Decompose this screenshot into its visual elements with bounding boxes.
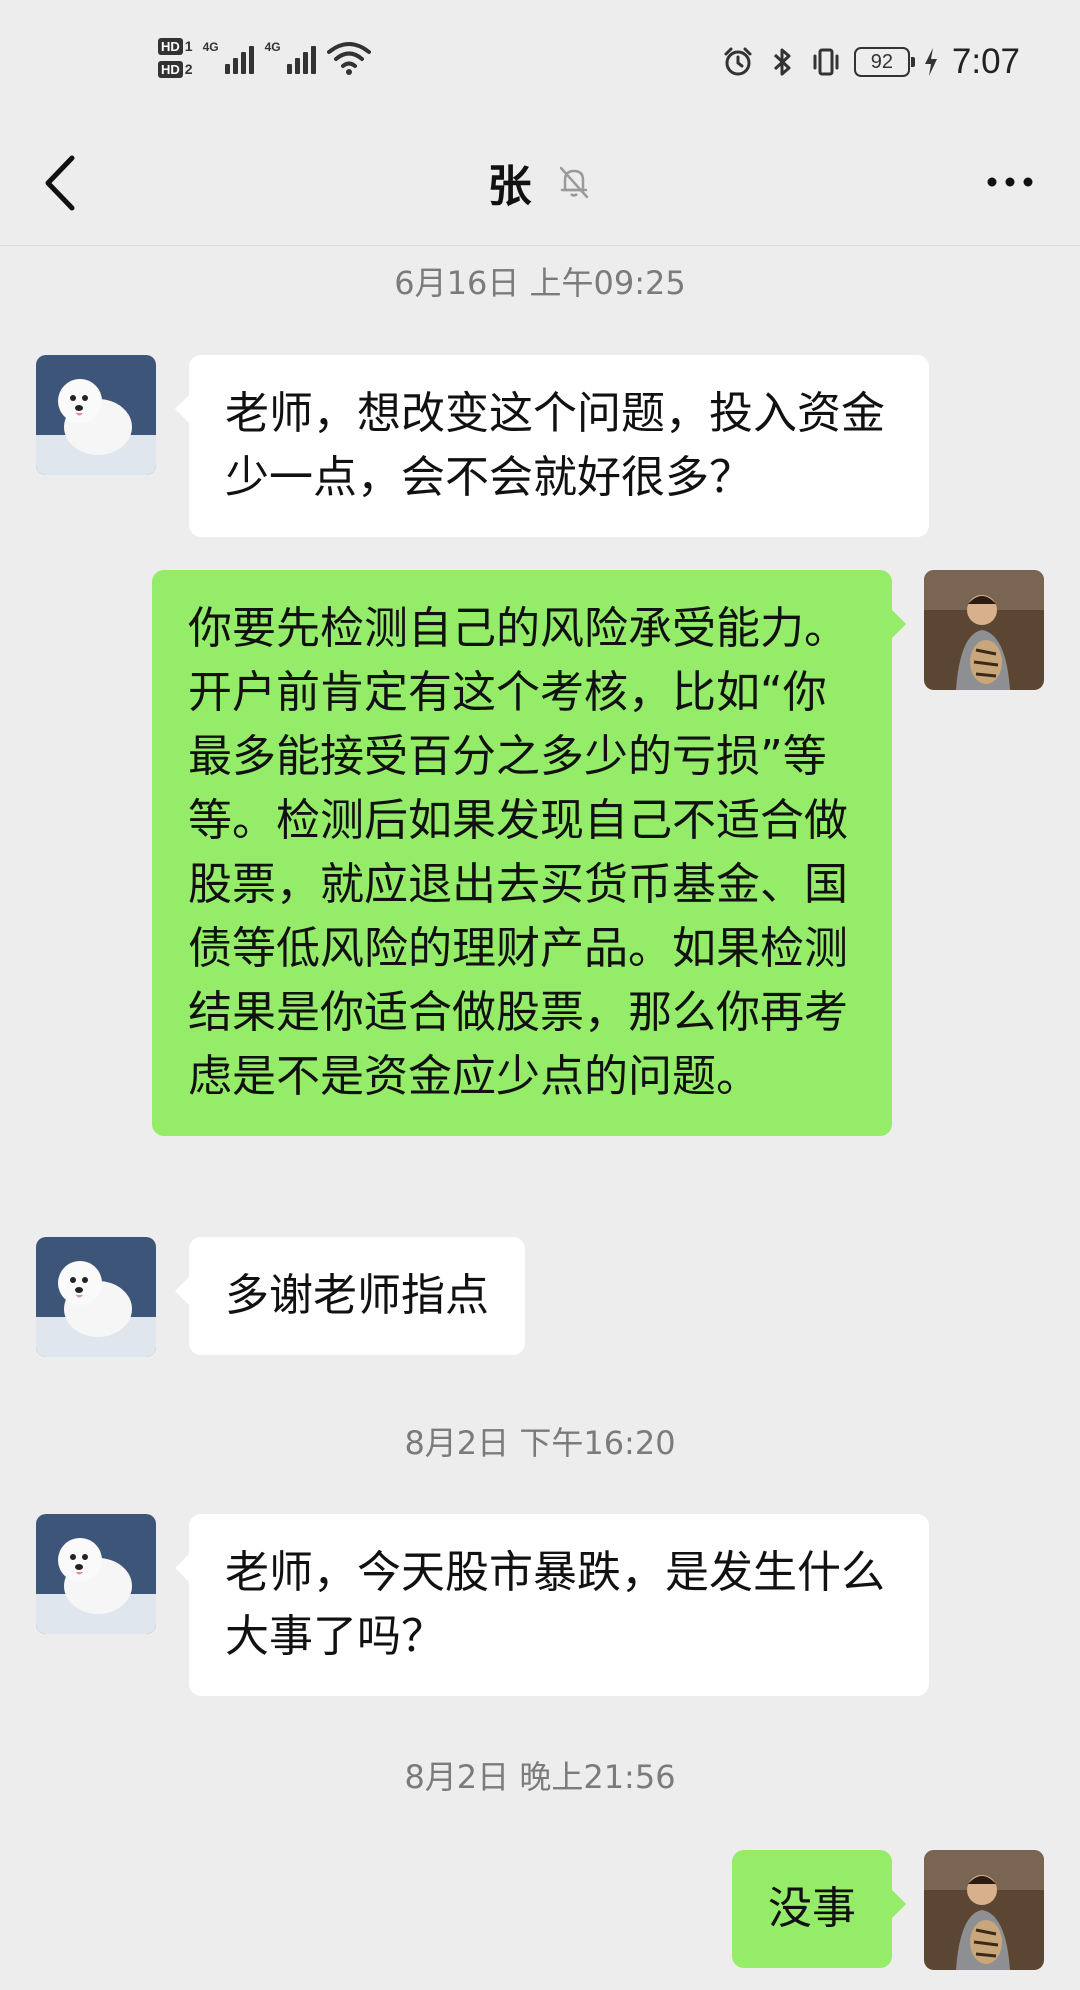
contact-name[interactable]: 张 [487,150,531,214]
status-bar: HD 1 HD 2 4G 4G 92 7:07 [0,0,1080,120]
message-bubble-outgoing[interactable]: 你要先检测自己的风险承受能力。开户前肯定有这个考核，比如“你最多能接受百分之多少… [152,570,906,1136]
profile-photo-icon [924,1850,1044,1970]
bluetooth-icon [773,48,791,76]
battery-level: 92 [870,50,893,73]
network2-label: 4G [264,40,281,54]
sim-indicators: HD 1 HD 2 [158,38,193,78]
sim1-number: 1 [184,38,193,54]
contact-avatar[interactable] [36,1237,156,1357]
profile-photo-icon [924,570,1044,690]
dog-photo-icon [36,355,156,475]
sim2-tag: HD [158,61,183,78]
message-bubble-incoming[interactable]: 老师，想改变这个问题，投入资金少一点，会不会就好很多？ [175,355,929,537]
contact-avatar[interactable] [36,1514,156,1634]
battery-icon: 92 [853,47,915,77]
charging-icon [924,48,937,76]
clock: 7:07 [951,42,1020,81]
signal-icon-2: 4G [265,38,317,78]
status-right: 92 7:07 [722,36,1020,88]
sim2-number: 2 [184,61,193,77]
vibrate-icon [813,48,839,76]
alarm-icon [724,47,752,76]
chat-header: 张 [0,120,1080,246]
more-dots-icon[interactable] [980,162,1040,202]
title-wrap: 张 [0,150,1080,212]
sim1-tag: HD [158,38,183,55]
wifi-icon [326,42,371,75]
contact-avatar[interactable] [36,355,156,475]
network1-label: 4G [202,40,219,54]
dog-photo-icon [36,1514,156,1634]
sim2-indicator: HD 2 [158,61,193,78]
my-avatar[interactable] [924,570,1044,690]
timestamp: 8月2日 晚上21:56 [404,1758,676,1796]
signal-icon: 4G [203,38,255,78]
message-bubble-outgoing[interactable]: 没事 [732,1850,906,1968]
my-avatar[interactable] [924,1850,1044,1970]
timestamp: 8月2日 下午16:20 [404,1424,676,1462]
message-bubble-incoming[interactable]: 老师，今天股市暴跌，是发生什么大事了吗？ [175,1514,929,1696]
message-bubble-incoming[interactable]: 多谢老师指点 [175,1237,525,1355]
status-left: HD 1 HD 2 4G 4G [158,32,371,84]
dog-photo-icon [36,1237,156,1357]
sim1-indicator: HD 1 [158,38,193,55]
timestamp: 6月16日 上午09:25 [394,264,686,302]
mute-bell-icon [559,166,588,199]
